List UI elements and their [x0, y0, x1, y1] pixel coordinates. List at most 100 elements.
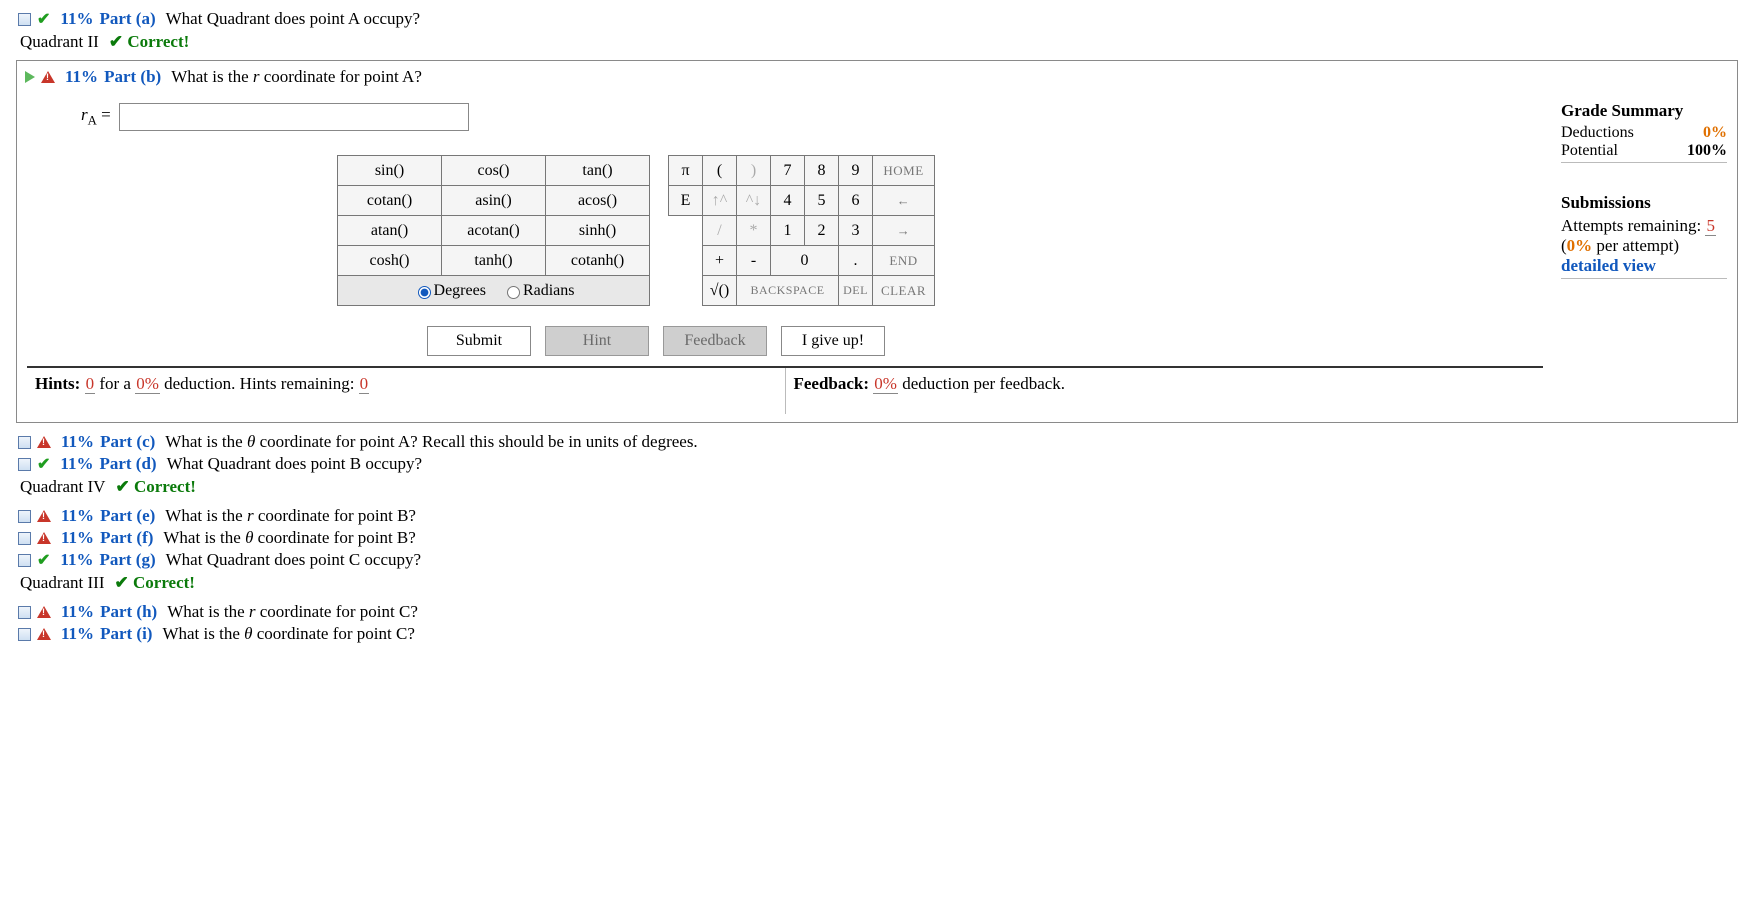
key-star[interactable]: * — [737, 216, 771, 246]
key-3[interactable]: 3 — [839, 216, 873, 246]
hint-button[interactable]: Hint — [545, 326, 649, 356]
collapse-icon[interactable] — [18, 606, 31, 619]
key-sinh[interactable]: sinh() — [546, 216, 650, 246]
check-icon: ✔ — [37, 9, 50, 29]
grade-title: Grade Summary — [1561, 101, 1727, 121]
part-a-correct: ✔ Correct! — [109, 32, 189, 52]
key-atan[interactable]: atan() — [338, 216, 442, 246]
key-left[interactable]: ← — [873, 186, 935, 216]
warning-icon — [37, 510, 51, 522]
part-g-question: What Quadrant does point C occupy? — [166, 550, 421, 570]
expand-icon[interactable] — [25, 71, 35, 83]
key-tan[interactable]: tan() — [546, 156, 650, 186]
key-8[interactable]: 8 — [805, 156, 839, 186]
key-cos[interactable]: cos() — [442, 156, 546, 186]
key-acos[interactable]: acos() — [546, 186, 650, 216]
number-table: π ( ) 7 8 9 HOME E ↑^ ^↓ — [668, 155, 935, 306]
part-e-pct: 11% — [61, 506, 94, 526]
part-g-pct: 11% — [60, 550, 93, 570]
key-7[interactable]: 7 — [771, 156, 805, 186]
submit-button[interactable]: Submit — [427, 326, 531, 356]
key-pi[interactable]: π — [669, 156, 703, 186]
degrees-radio[interactable]: Degrees — [413, 282, 486, 299]
part-a-pct: 11% — [60, 9, 93, 29]
part-d-answer-row: Quadrant IV ✔ Correct! — [20, 477, 1746, 497]
key-5[interactable]: 5 — [805, 186, 839, 216]
key-tanh[interactable]: tanh() — [442, 246, 546, 276]
answer-lhs: rA = — [81, 105, 111, 128]
key-right[interactable]: → — [873, 216, 935, 246]
key-asin[interactable]: asin() — [442, 186, 546, 216]
key-acotan[interactable]: acotan() — [442, 216, 546, 246]
key-clear[interactable]: CLEAR — [873, 276, 935, 306]
key-dot[interactable]: . — [839, 246, 873, 276]
key-e[interactable]: E — [669, 186, 703, 216]
hints-info: Hints: 0 for a 0% deduction. Hints remai… — [27, 368, 786, 414]
key-slash[interactable]: / — [703, 216, 737, 246]
part-g-answer-row: Quadrant III ✔ Correct! — [20, 573, 1746, 593]
key-down[interactable]: ^↓ — [737, 186, 771, 216]
part-b-panel: 11% Part (b) What is the r coordinate fo… — [16, 60, 1738, 423]
collapse-icon[interactable] — [18, 532, 31, 545]
part-a-question: What Quadrant does point A occupy? — [166, 9, 420, 29]
key-up[interactable]: ↑^ — [703, 186, 737, 216]
feedback-info: Feedback: 0% deduction per feedback. — [786, 368, 1544, 414]
part-f-pct: 11% — [61, 528, 94, 548]
part-e-header: 11% Part (e) What is the r coordinate fo… — [18, 505, 1746, 527]
part-c-question: What is the θ coordinate for point A? Re… — [165, 432, 697, 452]
function-table: sin() cos() tan() cotan() asin() acos() … — [337, 155, 650, 306]
key-plus[interactable]: + — [703, 246, 737, 276]
key-2[interactable]: 2 — [805, 216, 839, 246]
key-minus[interactable]: - — [737, 246, 771, 276]
key-0[interactable]: 0 — [771, 246, 839, 276]
part-b-pct: 11% — [65, 67, 98, 87]
giveup-button[interactable]: I give up! — [781, 326, 885, 356]
radians-radio[interactable]: Radians — [502, 282, 575, 299]
part-a-answer-row: Quadrant II ✔ Correct! — [20, 32, 1746, 52]
warning-icon — [41, 71, 55, 83]
collapse-icon[interactable] — [18, 13, 31, 26]
key-home[interactable]: HOME — [873, 156, 935, 186]
keypad-area: sin() cos() tan() cotan() asin() acos() … — [337, 155, 1543, 306]
part-d-correct: ✔ Correct! — [115, 477, 195, 497]
info-row: Hints: 0 for a 0% deduction. Hints remai… — [27, 366, 1543, 414]
key-cotan[interactable]: cotan() — [338, 186, 442, 216]
part-e-label: Part (e) — [100, 506, 155, 526]
key-end[interactable]: END — [873, 246, 935, 276]
part-a-answer: Quadrant II — [20, 32, 99, 52]
key-1[interactable]: 1 — [771, 216, 805, 246]
key-6[interactable]: 6 — [839, 186, 873, 216]
deductions-value: 0% — [1703, 124, 1727, 142]
key-backspace[interactable]: BACKSPACE — [737, 276, 839, 306]
key-lparen[interactable]: ( — [703, 156, 737, 186]
potential-label: Potential — [1561, 142, 1618, 160]
key-9[interactable]: 9 — [839, 156, 873, 186]
part-h-question: What is the r coordinate for point C? — [167, 602, 418, 622]
deductions-label: Deductions — [1561, 124, 1634, 142]
feedback-button[interactable]: Feedback — [663, 326, 767, 356]
part-i-header: 11% Part (i) What is the θ coordinate fo… — [18, 623, 1746, 645]
collapse-icon[interactable] — [18, 510, 31, 523]
key-rparen[interactable]: ) — [737, 156, 771, 186]
key-4[interactable]: 4 — [771, 186, 805, 216]
check-icon: ✔ — [37, 454, 50, 474]
warning-icon — [37, 628, 51, 640]
part-c-header: 11% Part (c) What is the θ coordinate fo… — [18, 431, 1746, 453]
answer-input[interactable] — [119, 103, 469, 131]
detailed-view-link[interactable]: detailed view — [1561, 256, 1727, 276]
attempts-remaining: Attempts remaining: 5 — [1561, 216, 1727, 236]
collapse-icon[interactable] — [18, 458, 31, 471]
part-h-pct: 11% — [61, 602, 94, 622]
collapse-icon[interactable] — [18, 554, 31, 567]
part-f-label: Part (f) — [100, 528, 153, 548]
action-row: Submit Hint Feedback I give up! — [427, 326, 1543, 356]
collapse-icon[interactable] — [18, 628, 31, 641]
key-sin[interactable]: sin() — [338, 156, 442, 186]
key-del[interactable]: DEL — [839, 276, 873, 306]
key-cosh[interactable]: cosh() — [338, 246, 442, 276]
key-sqrt[interactable]: √() — [703, 276, 737, 306]
collapse-icon[interactable] — [18, 436, 31, 449]
key-cotanh[interactable]: cotanh() — [546, 246, 650, 276]
answer-input-row: rA = — [81, 103, 1543, 131]
part-d-pct: 11% — [60, 454, 93, 474]
